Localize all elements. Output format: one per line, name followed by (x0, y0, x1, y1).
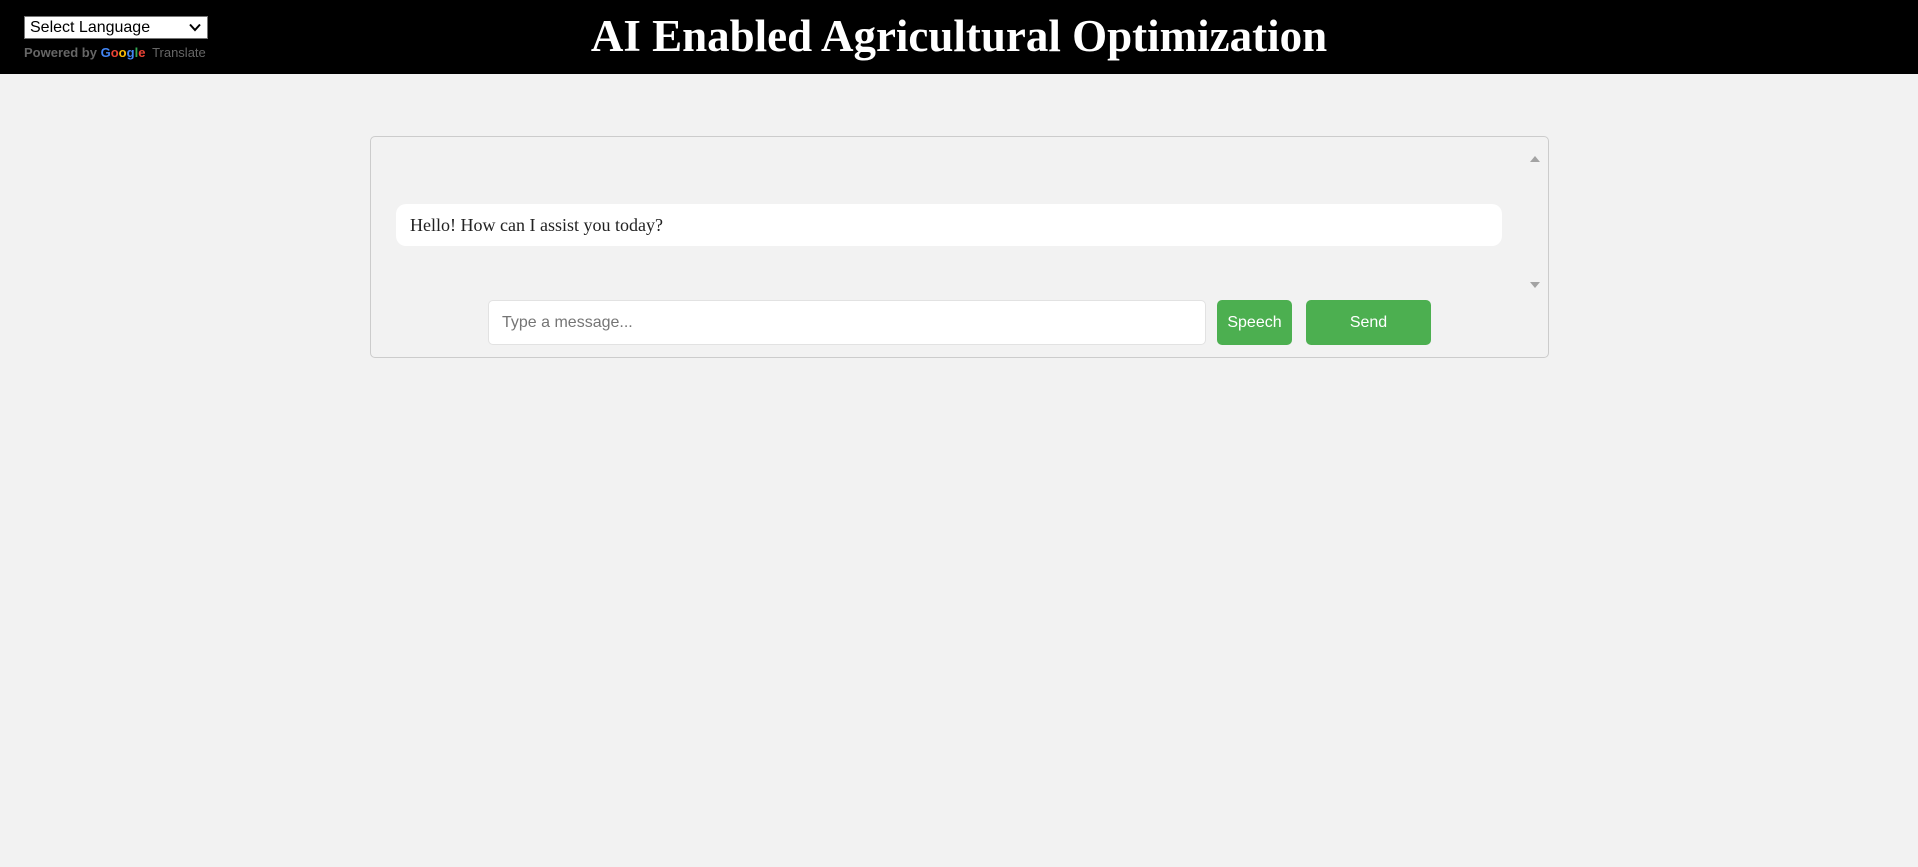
message-input[interactable] (488, 300, 1206, 345)
chat-log[interactable]: Hello! How can I assist you today? (371, 137, 1531, 287)
chat-container: Hello! How can I assist you today? Speec… (370, 136, 1549, 358)
chat-scrollbar[interactable] (1523, 151, 1547, 291)
scroll-up-arrow-icon[interactable] (1530, 156, 1540, 162)
speech-button[interactable]: Speech (1217, 300, 1292, 345)
scroll-down-arrow-icon[interactable] (1530, 282, 1540, 288)
bot-message: Hello! How can I assist you today? (396, 204, 1502, 246)
send-button[interactable]: Send (1306, 300, 1431, 345)
header-bar: Select Language Powered by Google Transl… (0, 0, 1918, 74)
page-title: AI Enabled Agricultural Optimization (590, 11, 1328, 61)
